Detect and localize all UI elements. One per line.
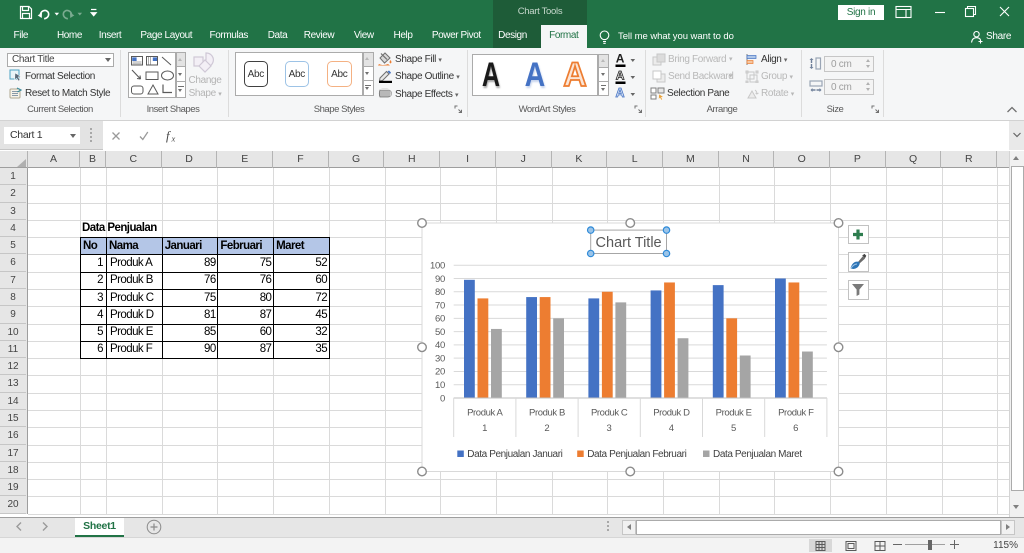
svg-text:20: 20 [435, 367, 445, 378]
svg-text:10: 10 [435, 380, 445, 391]
svg-text:1: 1 [482, 423, 487, 434]
svg-text:f: f [166, 129, 171, 143]
svg-text:Produk C: Produk C [591, 408, 628, 419]
svg-text:4: 4 [669, 423, 674, 434]
svg-text:Chart Title: Chart Title [596, 235, 662, 251]
svg-text:A: A [616, 69, 625, 83]
svg-text:Produk B: Produk B [529, 408, 565, 419]
svg-text:6: 6 [793, 423, 798, 434]
svg-text:Data Penjualan Januari: Data Penjualan Januari [467, 449, 562, 460]
svg-text:2: 2 [544, 423, 549, 434]
svg-text:x: x [171, 134, 176, 144]
svg-text:5: 5 [731, 423, 736, 434]
svg-text:80: 80 [435, 287, 445, 298]
svg-text:Produk A: Produk A [467, 408, 503, 419]
svg-text:60: 60 [435, 314, 445, 325]
svg-text:Data Penjualan Maret: Data Penjualan Maret [713, 449, 802, 460]
svg-text:50: 50 [435, 327, 445, 338]
svg-text:40: 40 [435, 340, 445, 351]
svg-text:A: A [616, 52, 625, 66]
svg-text:70: 70 [435, 300, 445, 311]
svg-text:90: 90 [435, 274, 445, 285]
svg-text:0: 0 [440, 393, 445, 404]
svg-text:Data Penjualan Februari: Data Penjualan Februari [587, 449, 686, 460]
svg-text:Produk E: Produk E [716, 408, 752, 419]
svg-text:3: 3 [607, 423, 612, 434]
svg-text:100: 100 [430, 261, 445, 272]
svg-text:A: A [616, 86, 625, 100]
svg-text:30: 30 [435, 353, 445, 364]
svg-text:Produk D: Produk D [653, 408, 690, 419]
svg-text:Produk F: Produk F [778, 408, 814, 419]
